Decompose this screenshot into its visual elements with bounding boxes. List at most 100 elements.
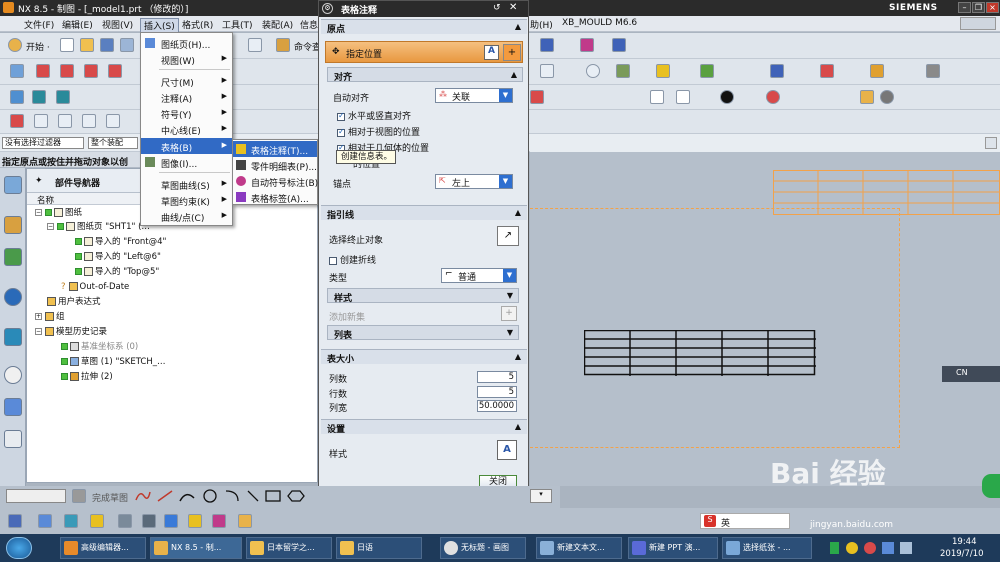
system-tab-icon[interactable] xyxy=(4,430,22,448)
collapse-icon[interactable]: ▲ xyxy=(515,422,521,431)
origin-tool-icon[interactable]: A xyxy=(484,45,499,60)
settings-section-header[interactable]: 设置 ▲ xyxy=(321,419,527,435)
task-ppt[interactable]: 新建 PPT 演... xyxy=(628,537,718,559)
checkbox[interactable] xyxy=(329,256,337,265)
assembly-scope-dropdown[interactable]: 整个装配 xyxy=(88,137,138,149)
relative-to-view-option[interactable]: 相对于视图的位置 xyxy=(337,125,420,138)
dim-icon-5[interactable] xyxy=(106,114,120,128)
menu-help[interactable]: 助(H) xyxy=(530,18,553,31)
dim-icon-4[interactable] xyxy=(82,114,96,128)
table-icon[interactable] xyxy=(820,64,834,78)
leader-list-subsection[interactable]: 列表 ▼ xyxy=(327,325,519,341)
menu-xb-mould[interactable]: XB_MOULD M6.6 xyxy=(562,18,637,28)
menu-item-tabular-note[interactable]: 表格注释(T)... xyxy=(233,141,317,157)
menu-item-curve-point[interactable]: 曲线/点(C) ▶ xyxy=(141,208,232,224)
columns-input[interactable]: 5 xyxy=(477,371,517,383)
command-finder-label[interactable]: 命令查 xyxy=(294,40,321,53)
part-navigator-tab-icon[interactable] xyxy=(4,176,22,194)
menu-item-auto-balloon[interactable]: 自动符号标注(B) xyxy=(233,173,318,189)
menu-item-image[interactable]: 图像(I)... xyxy=(141,154,232,170)
text-annotation-icon[interactable] xyxy=(770,64,784,78)
annot-icon-5[interactable] xyxy=(860,90,874,104)
constraint-icon-8[interactable] xyxy=(188,514,202,528)
annot-icon-1[interactable] xyxy=(10,90,24,104)
menu-insert[interactable]: 插入(S) xyxy=(140,18,179,33)
tree-node-sheet[interactable]: − 图纸页 "SHT1" (… xyxy=(47,221,150,233)
restore-icon[interactable]: ❐ xyxy=(972,2,985,13)
align-subsection-header[interactable]: 对齐 ▲ xyxy=(327,67,523,83)
menu-item-drawing-sheet[interactable]: 图纸页(H)... xyxy=(141,35,232,51)
dialog-reset-icon[interactable]: ↺ xyxy=(493,3,501,13)
menu-item-symbol[interactable]: 符号(Y) ▶ xyxy=(141,105,232,121)
leader-section-header[interactable]: 指引线 ▲ xyxy=(321,205,527,221)
auto-align-dropdown[interactable]: ⁂ 关联 ▼ xyxy=(435,88,513,103)
table-size-section-header[interactable]: 表大小 ▲ xyxy=(321,349,527,365)
status-expand-button[interactable] xyxy=(985,137,997,149)
ime-toolbar[interactable]: S 英 xyxy=(700,513,790,529)
menu-window-controls[interactable] xyxy=(960,17,996,30)
check-icon[interactable] xyxy=(75,268,82,275)
checkbox[interactable] xyxy=(337,127,345,137)
collapse-icon[interactable]: ▲ xyxy=(515,208,521,217)
start-orb-icon[interactable] xyxy=(6,537,32,559)
check-icon[interactable] xyxy=(75,253,82,260)
constraint-icon-9[interactable] xyxy=(212,514,226,528)
command-finder-icon[interactable] xyxy=(276,38,290,52)
menu-tools[interactable]: 工具(T) xyxy=(222,18,253,31)
menu-item-annotation[interactable]: 注释(A) ▶ xyxy=(141,89,232,105)
task-advanced-editor[interactable]: 高级编辑器... xyxy=(60,537,146,559)
annot-icon-3[interactable] xyxy=(56,90,70,104)
menu-item-centerline[interactable]: 中心线(E) ▶ xyxy=(141,121,232,137)
collapse-icon[interactable]: − xyxy=(35,328,42,335)
check-icon[interactable] xyxy=(45,209,52,216)
constraint-icon-2[interactable] xyxy=(38,514,52,528)
datum-icon[interactable] xyxy=(720,90,734,104)
constraint-icon-10[interactable] xyxy=(238,514,252,528)
toolbar-icon-e[interactable] xyxy=(700,64,714,78)
redo-icon[interactable] xyxy=(248,38,262,52)
save-icon[interactable] xyxy=(100,38,114,52)
sketch-name-dropdown[interactable] xyxy=(6,489,66,503)
constraint-icon-3[interactable] xyxy=(64,514,78,528)
check-icon[interactable] xyxy=(61,358,68,365)
dim-icon-1[interactable] xyxy=(10,114,24,128)
assembly-navigator-tab-icon[interactable] xyxy=(4,216,22,234)
drawing-tool-icon-3[interactable] xyxy=(60,64,74,78)
task-japan-study[interactable]: 日本留学之... xyxy=(246,537,332,559)
menu-item-parts-list[interactable]: 零件明细表(P)... xyxy=(233,157,317,173)
select-end-object-button[interactable]: ↗ xyxy=(497,226,519,246)
column-name[interactable]: 名称 xyxy=(37,194,54,206)
drawing-tool-icon-2[interactable] xyxy=(36,64,50,78)
system-tray[interactable] xyxy=(830,540,940,556)
collapse-icon[interactable]: ▲ xyxy=(511,70,517,79)
menu-item-dimension[interactable]: 尺寸(M) ▶ xyxy=(141,73,232,89)
volume-icon[interactable] xyxy=(900,542,912,554)
collapse-icon[interactable]: ▲ xyxy=(515,22,521,31)
finish-sketch-label[interactable]: 完成草图 xyxy=(92,491,128,504)
tree-node-model-history[interactable]: − 模型历史记录 xyxy=(35,326,107,338)
origin-section-header[interactable]: 原点 ▲ xyxy=(321,19,527,35)
cross-icon[interactable] xyxy=(540,64,554,78)
toolbar-icon-d[interactable] xyxy=(656,64,670,78)
rows-input[interactable]: 5 xyxy=(477,386,517,398)
expand-icon[interactable]: + xyxy=(35,313,42,320)
table-preview[interactable] xyxy=(584,330,816,376)
roles-tab-icon[interactable] xyxy=(4,398,22,416)
collapse-icon[interactable]: − xyxy=(47,223,54,230)
leader-type-dropdown[interactable]: ⌐ 普通 ▼ xyxy=(441,268,517,283)
tree-node-user-expressions[interactable]: 用户表达式 xyxy=(47,296,101,308)
toolbar-icon-f[interactable] xyxy=(870,64,884,78)
menu-format[interactable]: 格式(R) xyxy=(182,18,213,31)
selection-filter-dropdown[interactable]: 没有选择过滤器 xyxy=(2,137,84,149)
menu-item-sketch-curve[interactable]: 草图曲线(S) ▶ xyxy=(141,176,232,192)
toolbar-icon-c[interactable] xyxy=(612,38,626,52)
square-icon[interactable] xyxy=(676,90,690,104)
menu-item-table-label[interactable]: 表格标签(A)... xyxy=(233,189,317,205)
check-icon[interactable] xyxy=(57,223,64,230)
settings-style-button[interactable]: A xyxy=(497,440,517,460)
constraint-icon-7[interactable] xyxy=(164,514,178,528)
cut-icon[interactable] xyxy=(120,38,134,52)
menu-item-table[interactable]: 表格(B) ▶ xyxy=(141,138,232,154)
menu-info[interactable]: 信息 xyxy=(300,18,318,31)
point-constructor-icon[interactable]: + xyxy=(503,44,521,61)
